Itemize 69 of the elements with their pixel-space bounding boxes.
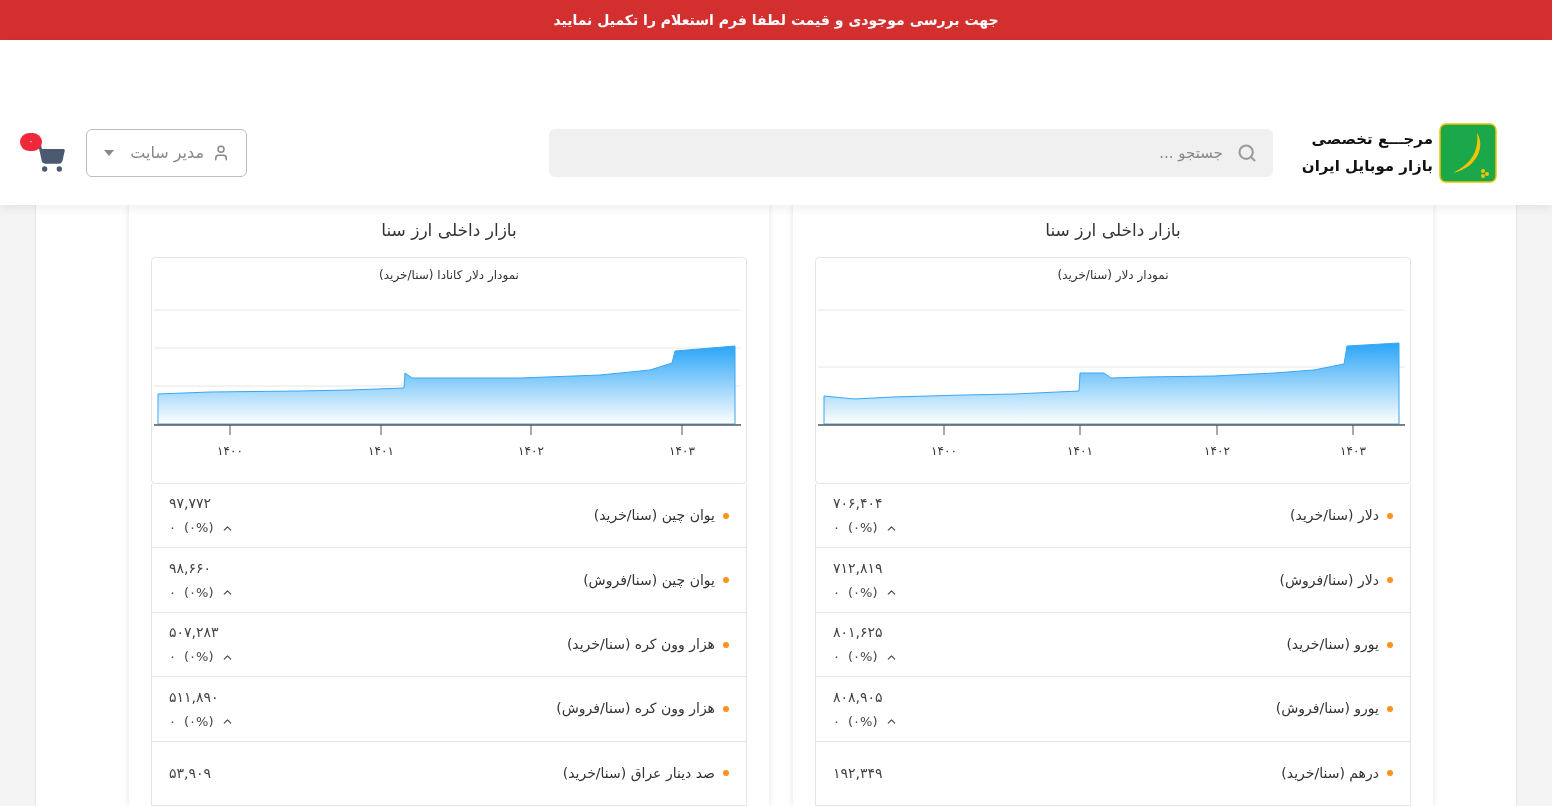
- search-icon: [1236, 142, 1257, 163]
- currency-name: هزار وون کره (سنا/خرید): [566, 635, 715, 655]
- user-menu-button[interactable]: مدیر سایت: [86, 128, 247, 177]
- change-percent: (۰%): [184, 583, 214, 602]
- card-title: بازار داخلی ارز سنا: [381, 219, 517, 243]
- axis-label: ۱۴۰۲: [1204, 444, 1230, 459]
- price: ۵۱۱,۸۹۰: [169, 687, 219, 707]
- price: ۹۸,۶۶۰: [169, 558, 212, 578]
- axis-label: ۱۴۰۳: [1340, 444, 1366, 459]
- change-amount: ۰: [169, 583, 176, 602]
- price: ۷۱۲,۸۱۹: [833, 558, 883, 578]
- axis-label: ۱۴۰۱: [1067, 444, 1093, 459]
- currency-name: دلار (سنا/فروش): [1279, 570, 1379, 591]
- currency-name: یوان چین (سنا/فروش): [583, 570, 715, 591]
- logo-text: مرجـــع تخصصی: [1310, 129, 1433, 150]
- price: ۹۷,۷۷۲: [169, 494, 212, 514]
- change-percent: (۰%): [848, 712, 878, 731]
- bullet-icon: [1387, 577, 1393, 584]
- price: ۷۰۶,۴۰۴: [833, 494, 883, 514]
- currency-name: یورو (سنا/خرید): [1286, 635, 1379, 655]
- currency-name: هزار وون کره (سنا/فروش): [556, 699, 715, 719]
- announcement-text: جهت بررسی موجودی و قیمت لطفا فرم استعلام را تکمیل نمایید: [553, 10, 999, 31]
- search-field[interactable]: جستجو ...: [548, 128, 1273, 177]
- change-amount: ۰: [169, 519, 176, 538]
- currency-name: درهم (سنا/خرید): [1281, 763, 1379, 784]
- change-percent: (۰%): [848, 648, 878, 667]
- currency-name: یورو (سنا/فروش): [1275, 699, 1379, 719]
- currency-name: دلار (سنا/خرید): [1290, 506, 1379, 526]
- axis-label: ۱۴۰۲: [518, 444, 544, 459]
- cart-button[interactable]: ۰: [20, 132, 66, 173]
- chart-title: نمودار دلار (سنا/خرید): [1056, 267, 1170, 285]
- change-amount: ۰: [833, 648, 840, 667]
- price: ۵۰۷,۲۸۳: [169, 623, 219, 643]
- logo-text: بازار موبایل ایران: [1301, 155, 1433, 177]
- price: ۸۰۸,۹۰۵: [833, 687, 883, 707]
- axis-label: ۱۴۰۱: [368, 444, 394, 459]
- change-percent: (۰%): [184, 712, 214, 731]
- bullet-icon: [723, 641, 729, 648]
- change-percent: (۰%): [184, 519, 214, 538]
- change-amount: ۰: [169, 648, 176, 667]
- bullet-icon: [723, 512, 729, 519]
- user-icon: [212, 143, 230, 162]
- bullet-icon: [1387, 705, 1393, 712]
- change-amount: ۰: [833, 519, 840, 538]
- price: ۱۹۲,۳۴۹: [833, 763, 883, 783]
- change-percent: (۰%): [848, 583, 878, 602]
- currency-name: صد دینار عراق (سنا/خرید): [562, 763, 715, 784]
- change-percent: (۰%): [848, 519, 878, 538]
- card-title: بازار داخلی ارز سنا: [1045, 219, 1181, 243]
- price: ۵۳,۹۰۹: [169, 763, 212, 783]
- bullet-icon: [1387, 770, 1393, 777]
- bullet-icon: [1387, 512, 1393, 519]
- logo-icon: [1439, 122, 1497, 183]
- change-amount: ۰: [169, 712, 176, 731]
- bullet-icon: [1387, 641, 1393, 648]
- change-percent: (۰%): [184, 648, 214, 667]
- axis-label: ۱۴۰۰: [217, 444, 243, 459]
- bullet-icon: [723, 577, 729, 584]
- bullet-icon: [723, 770, 729, 777]
- bullet-icon: [723, 705, 729, 712]
- change-amount: ۰: [833, 712, 840, 731]
- caret-icon: [104, 149, 115, 156]
- axis-label: ۱۴۰۰: [931, 444, 957, 459]
- currency-name: یوان چین (سنا/خرید): [593, 506, 715, 526]
- change-amount: ۰: [833, 583, 840, 602]
- chart-title: نمودار دلار کانادا (سنا/خرید): [378, 267, 520, 285]
- cart-badge: ۰: [20, 132, 42, 151]
- axis-label: ۱۴۰۳: [669, 444, 695, 459]
- price: ۸۰۱,۶۲۵: [833, 623, 883, 643]
